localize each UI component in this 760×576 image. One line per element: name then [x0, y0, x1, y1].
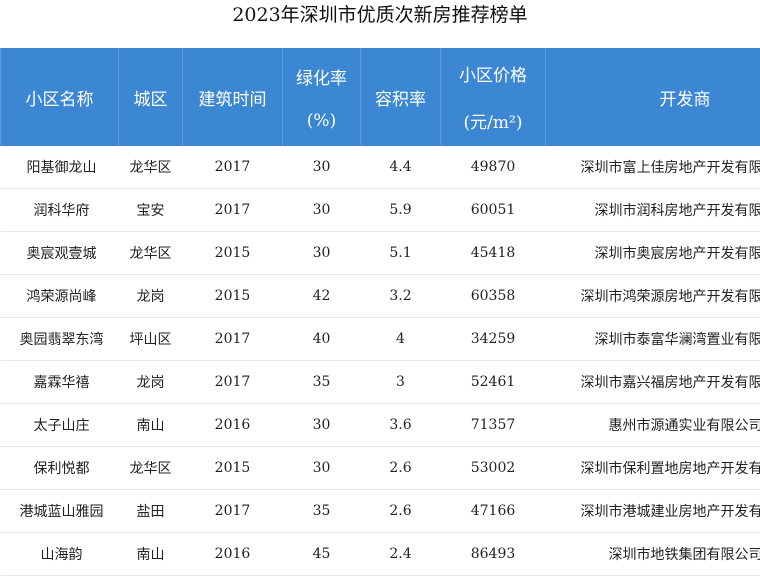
- cell-floor-area-ratio: 3.6: [361, 404, 441, 447]
- header-green-rate-label: 绿化率: [296, 64, 347, 89]
- cell-price: 47166: [441, 490, 546, 533]
- cell-green-rate: 30: [283, 232, 361, 275]
- cell-developer: 深圳市保利置地房地产开发有: [546, 447, 760, 490]
- cell-green-rate: 35: [283, 361, 361, 404]
- cell-district: 龙岗: [119, 275, 183, 318]
- header-green-rate-unit: (%): [307, 111, 336, 131]
- cell-green-rate: 42: [283, 275, 361, 318]
- header-price-unit: (元/m²): [464, 108, 523, 133]
- ranking-table: 小区名称 城区 建筑时间 绿化率 (%) 容积率 小区价格 (元/m²) 开发商: [0, 48, 760, 576]
- cell-price: 60051: [441, 189, 546, 232]
- table-row: 鸿荣源尚峰 龙岗 2015 42 3.2 60358 深圳市鸿荣源房地产开发有限: [1, 275, 760, 318]
- cell-district: 龙岗: [119, 361, 183, 404]
- cell-green-rate: 35: [283, 490, 361, 533]
- cell-district: 宝安: [119, 189, 183, 232]
- cell-built: 2016: [183, 533, 283, 576]
- cell-district: 盐田: [119, 490, 183, 533]
- cell-built: 2015: [183, 447, 283, 490]
- cell-price: 52461: [441, 361, 546, 404]
- header-price: 小区价格 (元/m²): [441, 48, 546, 146]
- cell-district: 南山: [119, 533, 183, 576]
- header-district: 城区: [119, 48, 183, 146]
- cell-price: 53002: [441, 447, 546, 490]
- cell-green-rate: 30: [283, 189, 361, 232]
- table-header: 小区名称 城区 建筑时间 绿化率 (%) 容积率 小区价格 (元/m²) 开发商: [1, 48, 760, 146]
- cell-district: 龙华区: [119, 447, 183, 490]
- table-row: 太子山庄 南山 2016 30 3.6 71357 惠州市源通实业有限公司: [1, 404, 760, 447]
- header-developer: 开发商: [546, 48, 760, 146]
- cell-green-rate: 45: [283, 533, 361, 576]
- cell-name: 山海韵: [1, 533, 119, 576]
- table-row: 阳基御龙山 龙华区 2017 30 4.4 49870 深圳市富上佳房地产开发有…: [1, 146, 760, 189]
- cell-price: 71357: [441, 404, 546, 447]
- cell-green-rate: 40: [283, 318, 361, 361]
- cell-developer: 深圳市泰富华澜湾置业有限: [546, 318, 760, 361]
- cell-developer: 深圳市鸿荣源房地产开发有限: [546, 275, 760, 318]
- table-row: 保利悦都 龙华区 2015 30 2.6 53002 深圳市保利置地房地产开发有: [1, 447, 760, 490]
- table-row: 山海韵 南山 2016 45 2.4 86493 深圳市地铁集团有限公司: [1, 533, 760, 576]
- cell-price: 45418: [441, 232, 546, 275]
- cell-floor-area-ratio: 2.6: [361, 447, 441, 490]
- cell-name: 保利悦都: [1, 447, 119, 490]
- cell-developer: 深圳市奥宸房地产开发有限: [546, 232, 760, 275]
- cell-developer: 深圳市嘉兴福房地产开发有限: [546, 361, 760, 404]
- cell-name: 奥园翡翠东湾: [1, 318, 119, 361]
- header-row: 小区名称 城区 建筑时间 绿化率 (%) 容积率 小区价格 (元/m²) 开发商: [1, 48, 760, 146]
- cell-developer: 深圳市富上佳房地产开发有限: [546, 146, 760, 189]
- cell-name: 嘉霖华禧: [1, 361, 119, 404]
- table-row: 奥园翡翠东湾 坪山区 2017 40 4 34259 深圳市泰富华澜湾置业有限: [1, 318, 760, 361]
- page-title: 2023年深圳市优质次新房推荐榜单: [0, 0, 760, 30]
- table-row: 奥宸观壹城 龙华区 2015 30 5.1 45418 深圳市奥宸房地产开发有限: [1, 232, 760, 275]
- table-row: 嘉霖华禧 龙岗 2017 35 3 52461 深圳市嘉兴福房地产开发有限: [1, 361, 760, 404]
- cell-built: 2015: [183, 275, 283, 318]
- cell-built: 2017: [183, 318, 283, 361]
- cell-district: 南山: [119, 404, 183, 447]
- cell-name: 鸿荣源尚峰: [1, 275, 119, 318]
- cell-price: 86493: [441, 533, 546, 576]
- header-built: 建筑时间: [183, 48, 283, 146]
- table-row: 港城蓝山雅园 盐田 2017 35 2.6 47166 深圳市港城建业房地产开发…: [1, 490, 760, 533]
- cell-price: 34259: [441, 318, 546, 361]
- cell-floor-area-ratio: 4: [361, 318, 441, 361]
- cell-floor-area-ratio: 3: [361, 361, 441, 404]
- cell-built: 2015: [183, 232, 283, 275]
- cell-floor-area-ratio: 3.2: [361, 275, 441, 318]
- cell-floor-area-ratio: 2.6: [361, 490, 441, 533]
- table-body: 阳基御龙山 龙华区 2017 30 4.4 49870 深圳市富上佳房地产开发有…: [1, 146, 760, 576]
- cell-built: 2017: [183, 361, 283, 404]
- cell-developer: 惠州市源通实业有限公司: [546, 404, 760, 447]
- cell-name: 港城蓝山雅园: [1, 490, 119, 533]
- cell-district: 龙华区: [119, 146, 183, 189]
- header-green-rate: 绿化率 (%): [283, 48, 361, 146]
- table-row: 润科华府 宝安 2017 30 5.9 60051 深圳市润科房地产开发有限: [1, 189, 760, 232]
- header-name: 小区名称: [1, 48, 119, 146]
- ranking-table-container: 小区名称 城区 建筑时间 绿化率 (%) 容积率 小区价格 (元/m²) 开发商: [0, 48, 760, 576]
- cell-developer: 深圳市地铁集团有限公司: [546, 533, 760, 576]
- header-price-label: 小区价格: [459, 61, 527, 86]
- cell-price: 60358: [441, 275, 546, 318]
- header-floor-area-ratio: 容积率: [361, 48, 441, 146]
- cell-name: 奥宸观壹城: [1, 232, 119, 275]
- cell-built: 2017: [183, 146, 283, 189]
- cell-floor-area-ratio: 4.4: [361, 146, 441, 189]
- cell-floor-area-ratio: 2.4: [361, 533, 441, 576]
- cell-name: 润科华府: [1, 189, 119, 232]
- cell-district: 坪山区: [119, 318, 183, 361]
- cell-green-rate: 30: [283, 447, 361, 490]
- cell-built: 2017: [183, 490, 283, 533]
- cell-floor-area-ratio: 5.9: [361, 189, 441, 232]
- cell-built: 2016: [183, 404, 283, 447]
- cell-developer: 深圳市润科房地产开发有限: [546, 189, 760, 232]
- cell-price: 49870: [441, 146, 546, 189]
- cell-green-rate: 30: [283, 404, 361, 447]
- cell-name: 太子山庄: [1, 404, 119, 447]
- cell-name: 阳基御龙山: [1, 146, 119, 189]
- cell-district: 龙华区: [119, 232, 183, 275]
- cell-developer: 深圳市港城建业房地产开发有: [546, 490, 760, 533]
- cell-built: 2017: [183, 189, 283, 232]
- cell-green-rate: 30: [283, 146, 361, 189]
- cell-floor-area-ratio: 5.1: [361, 232, 441, 275]
